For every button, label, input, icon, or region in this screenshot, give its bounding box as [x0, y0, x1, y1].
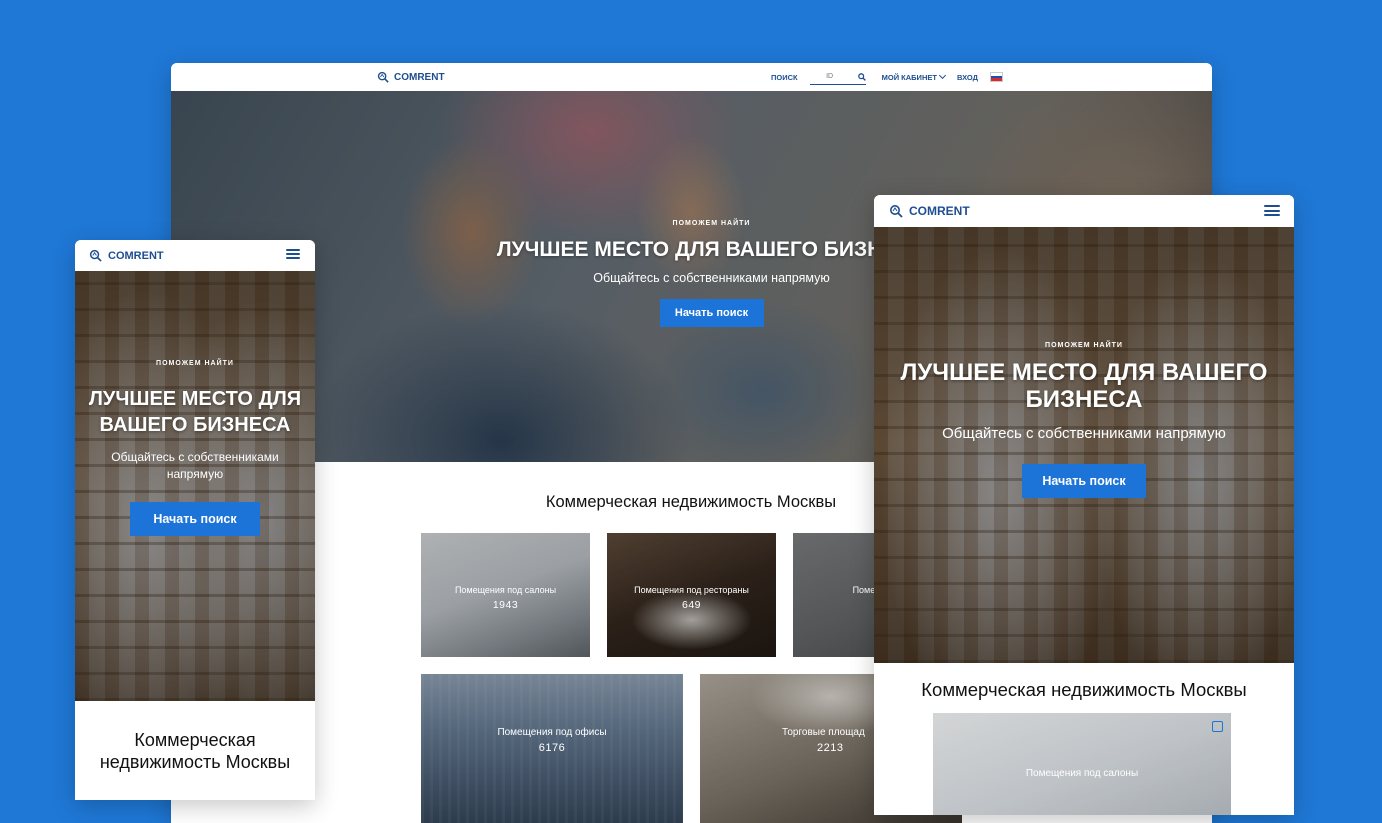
tablet-preview: COMRENT ПОМОЖЕМ НАЙТИ ЛУЧШЕЕ МЕСТО ДЛЯ В… — [874, 195, 1294, 815]
hero-title-line: ВАШЕГО БИЗНЕСА — [99, 414, 291, 436]
section-title: Коммерческая недвижимость Москвы — [921, 679, 1247, 700]
tablet-logo[interactable]: COMRENT — [889, 204, 970, 218]
hero-eyebrow: ПОМОЖЕМ НАЙТИ — [1045, 342, 1123, 349]
nav-cabinet-dropdown[interactable]: МОЙ КАБИНЕТ — [881, 71, 946, 82]
section-title-line: недвижимость Москвы — [99, 752, 291, 772]
expand-icon[interactable] — [1212, 721, 1223, 732]
hero-title: ЛУЧШЕЕ МЕСТО ДЛЯ ВАШЕГО БИЗНЕСА — [874, 359, 1294, 413]
chevron-down-icon — [938, 71, 946, 79]
tile-label: Помещения под рестораны — [634, 585, 749, 595]
desktop-nav: ПОИСК МОЙ КАБИНЕТ ВХОД — [771, 63, 1003, 91]
hero-subtitle-line: напрямую — [166, 467, 224, 481]
desktop-logo[interactable]: COMRENT — [377, 71, 445, 83]
section-title-line: Коммерческая — [134, 730, 256, 750]
category-tile-salons[interactable]: Помещения под салоны — [933, 713, 1231, 815]
logo-magnifier-icon — [89, 249, 102, 262]
nav-search-link[interactable]: ПОИСК — [771, 73, 798, 82]
tablet-hero-content: ПОМОЖЕМ НАЙТИ ЛУЧШЕЕ МЕСТО ДЛЯ ВАШЕГО БИ… — [874, 342, 1294, 498]
logo-magnifier-icon — [377, 71, 389, 83]
hero-subtitle: Общайтесь с собственниками напрямую — [942, 425, 1226, 442]
mobile-header: COMRENT — [75, 240, 315, 271]
nav-cabinet-label: МОЙ КАБИНЕТ — [881, 72, 937, 82]
tablet-header: COMRENT — [874, 195, 1294, 227]
hero-title-line: ЛУЧШЕЕ МЕСТО ДЛЯ — [88, 388, 302, 410]
tile-label: Помещения под салоны — [454, 585, 557, 595]
category-tile-restaurants[interactable]: Помещения под рестораны 649 — [607, 533, 776, 657]
category-tile-offices[interactable]: Помещения под офисы 6176 — [421, 674, 683, 823]
start-search-button[interactable]: Начать поиск — [659, 299, 764, 327]
id-input[interactable] — [809, 73, 850, 80]
tile-count: 6176 — [538, 742, 566, 754]
hero-subtitle: Общайтесь с собственниками напрямую — [75, 449, 315, 483]
section-title: Коммерческая недвижимость Москвы — [75, 729, 315, 773]
hero-eyebrow: ПОМОЖЕМ НАЙТИ — [156, 360, 234, 367]
nav-login-link[interactable]: ВХОД — [957, 73, 978, 82]
russian-flag-icon[interactable] — [989, 72, 1003, 82]
mobile-logo[interactable]: COMRENT — [89, 249, 164, 262]
brand-name: COMRENT — [394, 71, 445, 83]
tablet-hero: ПОМОЖЕМ НАЙТИ ЛУЧШЕЕ МЕСТО ДЛЯ ВАШЕГО БИ… — [874, 227, 1294, 663]
mobile-hero: ПОМОЖЕМ НАЙТИ ЛУЧШЕЕ МЕСТО ДЛЯ ВАШЕГО БИ… — [75, 271, 315, 701]
tile-count: 1943 — [492, 599, 519, 611]
hero-title-line: ЛУЧШЕЕ МЕСТО ДЛЯ ВАШЕГО — [900, 359, 1268, 386]
mobile-phone-preview: COMRENT ПОМОЖЕМ НАЙТИ ЛУЧШЕЕ МЕСТО ДЛЯ В… — [75, 240, 315, 800]
tile-label: Помещения под офисы — [497, 727, 607, 738]
hero-subtitle-line: Общайтесь с собственниками — [111, 450, 279, 464]
hero-title: ЛУЧШЕЕ МЕСТО ДЛЯ ВАШЕГО БИЗНЕСА — [75, 386, 315, 438]
start-search-button[interactable]: Начать поиск — [130, 502, 260, 536]
hero-title-line: БИЗНЕСА — [1025, 386, 1143, 413]
hamburger-menu-icon[interactable] — [1264, 205, 1280, 216]
hamburger-menu-icon[interactable] — [286, 249, 300, 259]
brand-name: COMRENT — [108, 249, 164, 262]
id-search-field — [809, 70, 866, 85]
tile-label: Помещения под салоны — [1025, 768, 1139, 779]
tile-count: 649 — [681, 599, 702, 611]
category-tile-salons[interactable]: Помещения под салоны 1943 — [421, 533, 590, 657]
desktop-header: COMRENT ПОИСК МОЙ КАБИНЕТ ВХОД — [171, 63, 1212, 91]
search-icon[interactable] — [857, 72, 866, 81]
brand-name: COMRENT — [909, 204, 970, 218]
start-search-button[interactable]: Начать поиск — [1022, 464, 1146, 498]
mobile-hero-content: ПОМОЖЕМ НАЙТИ ЛУЧШЕЕ МЕСТО ДЛЯ ВАШЕГО БИ… — [75, 360, 315, 536]
logo-magnifier-icon — [890, 205, 903, 218]
